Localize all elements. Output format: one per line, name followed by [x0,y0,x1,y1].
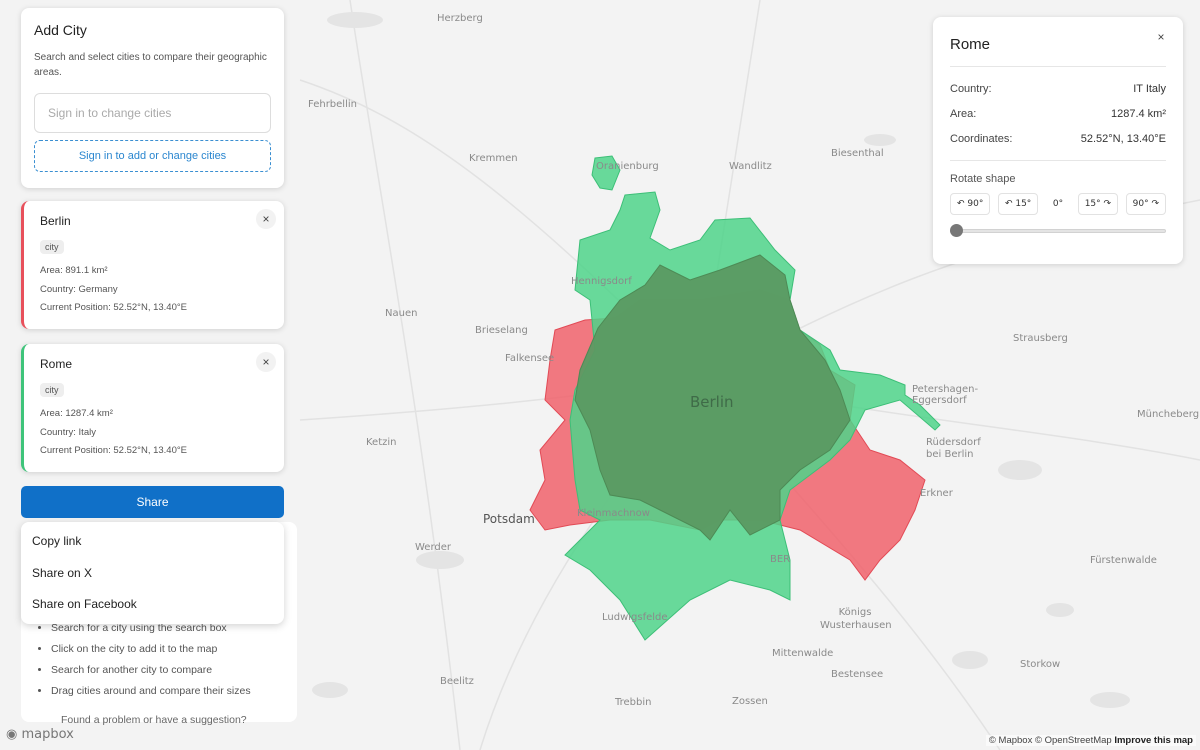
mapbox-logo[interactable]: ◉ mapbox [6,727,74,742]
map-label-mittenwalde: Mittenwalde [772,648,834,659]
info-country-label: Country: [950,83,992,95]
map-label-biesenthal: Biesenthal [831,148,884,159]
info-coords-label: Coordinates: [950,133,1013,145]
city-name: Rome [40,357,73,371]
add-city-title: Add City [34,22,87,38]
rotate-title: Rotate shape [950,173,1016,185]
city-country: Country: Italy [40,426,96,438]
share-on-facebook-item[interactable]: Share on Facebook [21,589,284,621]
city-info-panel: Rome × Country: IT Italy Area: 1287.4 km… [933,17,1183,264]
rotate-ccw-15-button[interactable]: ↶ 15° [997,193,1039,215]
city-position: Current Position: 52.52°N, 13.40°E [40,445,188,456]
improve-map-link[interactable]: Improve this map [1114,735,1193,746]
map-label-beelitz: Beelitz [440,676,474,687]
info-area-value: 1287.4 km² [1110,108,1166,120]
map-label-erkner: Erkner [920,488,953,499]
mapbox-icon: ◉ [6,727,18,742]
mapbox-logo-text: mapbox [21,727,74,742]
rotate-buttons: ↶ 90° ↶ 15° 0° 15° ↷ 90° ↷ [950,193,1166,215]
info-area-row: Area: 1287.4 km² [950,102,1166,127]
attribution-text[interactable]: © Mapbox © OpenStreetMap [989,735,1112,746]
instruction-item: Search for another city to compare [51,660,281,681]
map-label-berlin: Berlin [690,393,734,411]
share-button[interactable]: Share [21,486,284,518]
map-attribution: © Mapbox © OpenStreetMap Improve this ma… [985,735,1196,746]
slider-track [950,229,1166,233]
slider-knob[interactable] [950,224,963,237]
map-label-trebbin: Trebbin [615,697,652,708]
rotate-cw-15-button[interactable]: 15° ↷ [1077,193,1119,215]
copy-link-item[interactable]: Copy link [21,526,284,558]
rotate-reset-button[interactable]: 0° [1045,193,1071,215]
rotate-ccw-90-button[interactable]: ↶ 90° [950,193,991,215]
map-label-potsdam: Potsdam [483,512,535,526]
map-label-strausberg: Strausberg [1013,333,1068,344]
map-label-kleinmachnow: Kleinmachnow [577,508,650,519]
map-label-rudersdorf: Rüdersdorf bei Berlin [926,437,981,460]
map-label-wandlitz: Wandlitz [729,161,772,172]
remove-city-button[interactable]: × [256,352,276,372]
rotation-slider[interactable] [950,224,1166,237]
map-label-petershagen: Petershagen-Eggersdorf [912,384,979,406]
city-position: Current Position: 52.52°N, 13.40°E [40,302,188,313]
info-area-label: Area: [950,108,977,120]
map-label-herzberg: Herzberg [437,13,483,24]
info-country-row: Country: IT Italy [950,77,1166,102]
city-type-chip: city [40,383,64,397]
city-type-chip: city [40,240,64,254]
info-coords-row: Coordinates: 52.52°N, 13.40°E [950,127,1166,152]
divider [950,160,1166,161]
instruction-item: Drag cities around and compare their siz… [51,681,281,702]
city-card-rome[interactable]: Rome city Area: 1287.4 km² Country: Ital… [21,344,284,472]
map-label-oranienburg: Oranienburg [596,161,659,172]
map-label-fehrbellin: Fehrbellin [308,99,357,110]
map-label-konigs: Königs Wusterhausen [820,607,892,631]
map-label-werder: Werder [415,542,452,553]
city-country: Country: Germany [40,283,118,295]
map-label-hennigsdorf: Hennigsdorf [571,276,632,287]
map-label-zossen: Zossen [732,696,768,707]
map-label-muncheberg: Müncheberg [1137,409,1200,420]
share-on-x-item[interactable]: Share on X [21,558,284,590]
map-label-kremmen: Kremmen [469,153,518,164]
map-label-brieselang: Brieselang [475,325,528,336]
info-title: Rome [950,36,1166,67]
add-city-panel: Add City Search and select cities to com… [21,8,284,188]
city-area: Area: 1287.4 km² [40,408,113,419]
add-city-description: Search and select cities to compare thei… [34,52,267,78]
map-label-storkow: Storkow [1020,659,1061,670]
info-coords-value: 52.52°N, 13.40°E [1080,133,1166,145]
remove-city-button[interactable]: × [256,209,276,229]
map-label-falkensee: Falkensee [505,353,555,364]
map-label-nauen: Nauen [385,308,418,319]
rotate-cw-90-button[interactable]: 90° ↷ [1125,193,1166,215]
city-area: Area: 891.1 km² [40,265,108,276]
map-label-ber: BER [770,554,791,565]
map-label-ludwigsfelde: Ludwigsfelde [602,612,668,623]
map-label-furstenwalde: Fürstenwalde [1090,555,1157,566]
feedback-link[interactable]: Found a problem or have a suggestion? [51,714,281,726]
city-name: Berlin [40,214,71,228]
close-info-button[interactable]: × [1151,27,1171,47]
city-card-berlin[interactable]: Berlin city Area: 891.1 km² Country: Ger… [21,201,284,329]
city-search-input[interactable]: Sign in to change cities [34,93,271,133]
share-menu: Copy link Share on X Share on Facebook [21,522,284,624]
signin-button[interactable]: Sign in to add or change cities [34,140,271,172]
map-label-ketzin: Ketzin [366,437,397,448]
instruction-item: Click on the city to add it to the map [51,639,281,660]
info-country-value: IT Italy [1133,83,1166,95]
map-label-bestensee: Bestensee [831,669,884,680]
